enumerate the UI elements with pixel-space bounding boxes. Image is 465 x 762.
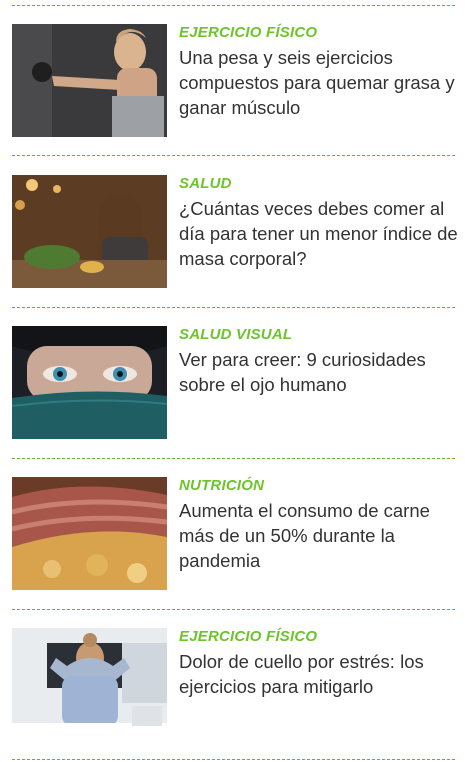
woman-neck-pain-photo [12,628,167,741]
separator [12,5,455,6]
article-thumbnail[interactable] [12,326,167,439]
woman-eating-photo [12,175,167,288]
article-title[interactable]: ¿Cuántas veces debes comer al día para t… [179,196,459,271]
article-title[interactable]: Aumenta el consumo de carne más de un 50… [179,498,459,573]
article-category[interactable]: EJERCICIO FÍSICO [179,628,459,646]
article-category[interactable]: NUTRICIÓN [179,477,459,495]
article-title[interactable]: Dolor de cuello por estrés: los ejercici… [179,649,459,699]
article-thumbnail[interactable] [12,24,167,137]
article-item[interactable]: SALUD ¿Cuántas veces debes comer al día … [12,175,458,288]
separator [12,458,455,459]
article-thumbnail[interactable] [12,477,167,590]
article-item[interactable]: SALUD VISUAL Ver para creer: 9 curiosida… [12,326,455,439]
woman-kettlebell-photo [12,24,167,137]
article-item[interactable]: NUTRICIÓN Aumenta el consumo de carne má… [12,477,455,590]
separator [12,307,455,308]
article-title[interactable]: Una pesa y seis ejercicios compuestos pa… [179,45,459,120]
article-thumbnail[interactable] [12,628,167,741]
separator [12,609,455,610]
article-category[interactable]: EJERCICIO FÍSICO [179,24,459,42]
article-category[interactable]: SALUD [179,175,459,193]
article-category[interactable]: SALUD VISUAL [179,326,459,344]
article-title[interactable]: Ver para creer: 9 curiosidades sobre el … [179,347,459,397]
steak-photo [12,477,167,590]
separator [12,759,455,760]
article-thumbnail[interactable] [12,175,167,288]
article-item[interactable]: EJERCICIO FÍSICO Dolor de cuello por est… [12,628,455,741]
article-item[interactable]: EJERCICIO FÍSICO Una pesa y seis ejercic… [12,24,455,137]
article-list: EJERCICIO FÍSICO Una pesa y seis ejercic… [0,0,465,762]
separator [12,155,455,156]
eyes-closeup-photo [12,326,167,439]
